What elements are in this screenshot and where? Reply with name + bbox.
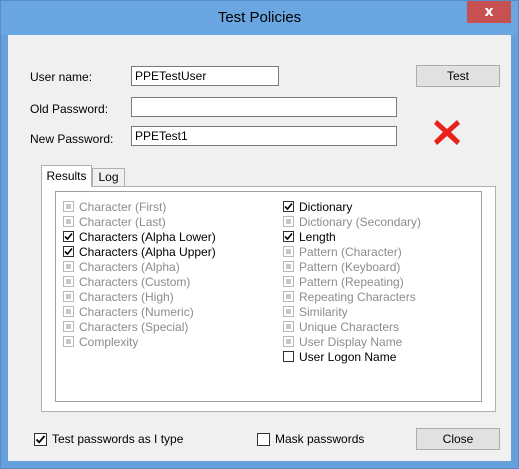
title-bar[interactable]: Test Policies x <box>1 1 518 35</box>
old-password-field[interactable] <box>131 97 397 117</box>
test-as-type-checkbox[interactable] <box>34 433 47 446</box>
result-item-label: Repeating Characters <box>299 290 416 304</box>
result-item-label: Complexity <box>79 335 139 349</box>
test-policies-window: Test Policies x User name: Old Password:… <box>0 0 519 469</box>
result-item-label: User Display Name <box>299 335 403 349</box>
result-item-label: Characters (Special) <box>79 320 189 334</box>
result-item-label: Characters (Alpha) <box>79 260 180 274</box>
indeterminate-box-icon <box>283 246 294 257</box>
checked-box-icon <box>63 231 74 242</box>
result-item-label: Unique Characters <box>299 320 400 334</box>
result-item-label: Dictionary <box>299 200 353 214</box>
indeterminate-box-icon <box>283 291 294 302</box>
indeterminate-box-icon <box>63 336 74 347</box>
tab-log[interactable]: Log <box>92 168 125 187</box>
indeterminate-box-icon <box>283 336 294 347</box>
indeterminate-box-icon <box>63 291 74 302</box>
indeterminate-box-icon <box>63 261 74 272</box>
close-button[interactable]: Close <box>416 428 500 450</box>
test-button[interactable]: Test <box>416 65 500 87</box>
indeterminate-box-icon <box>283 216 294 227</box>
result-item-label: Character (Last) <box>79 215 166 229</box>
result-item-label: Dictionary (Secondary) <box>299 215 422 229</box>
test-as-type-label: Test passwords as I type <box>52 432 184 446</box>
new-password-field[interactable]: PPETest1 <box>131 126 397 146</box>
username-label: User name: <box>30 70 93 84</box>
old-password-label: Old Password: <box>30 102 109 116</box>
mask-passwords-checkbox[interactable] <box>257 433 270 446</box>
checkmark-icon <box>35 435 46 444</box>
window-close-button[interactable]: x <box>467 1 511 23</box>
mask-passwords-label: Mask passwords <box>275 432 365 446</box>
result-item-label: Pattern (Character) <box>299 245 402 259</box>
indeterminate-box-icon <box>283 261 294 272</box>
result-item-label: User Logon Name <box>299 350 397 364</box>
username-field[interactable]: PPETestUser <box>131 66 279 86</box>
indeterminate-box-icon <box>283 276 294 287</box>
indeterminate-box-icon <box>283 306 294 317</box>
tab-results[interactable]: Results <box>41 165 92 187</box>
indeterminate-box-icon <box>63 321 74 332</box>
result-item-label: Characters (Alpha Lower) <box>79 230 216 244</box>
new-password-label: New Password: <box>30 132 114 146</box>
result-item-label: Length <box>299 230 336 244</box>
checked-box-icon <box>283 201 294 212</box>
dialog-client-area: User name: Old Password: New Password: P… <box>8 35 511 461</box>
checked-box-icon <box>283 231 294 242</box>
result-item-label: Characters (Alpha Upper) <box>79 245 216 259</box>
result-item-label: Character (First) <box>79 200 167 214</box>
result-item-label: Characters (Numeric) <box>79 305 194 319</box>
indeterminate-box-icon <box>63 216 74 227</box>
unchecked-box-icon <box>283 351 294 362</box>
result-item-label: Pattern (Repeating) <box>299 275 404 289</box>
result-item-label: Similarity <box>299 305 348 319</box>
red-x-icon <box>434 120 460 145</box>
window-title: Test Policies <box>217 9 302 26</box>
result-item-label: Pattern (Keyboard) <box>299 260 401 274</box>
indeterminate-box-icon <box>63 306 74 317</box>
result-item-label: Characters (High) <box>79 290 174 304</box>
result-item-label: Characters (Custom) <box>79 275 191 289</box>
indeterminate-box-icon <box>63 276 74 287</box>
checked-box-icon <box>63 246 74 257</box>
results-list: Character (First) Character (Last) Charact… <box>55 191 482 402</box>
indeterminate-box-icon <box>63 201 74 212</box>
indeterminate-box-icon <box>283 321 294 332</box>
